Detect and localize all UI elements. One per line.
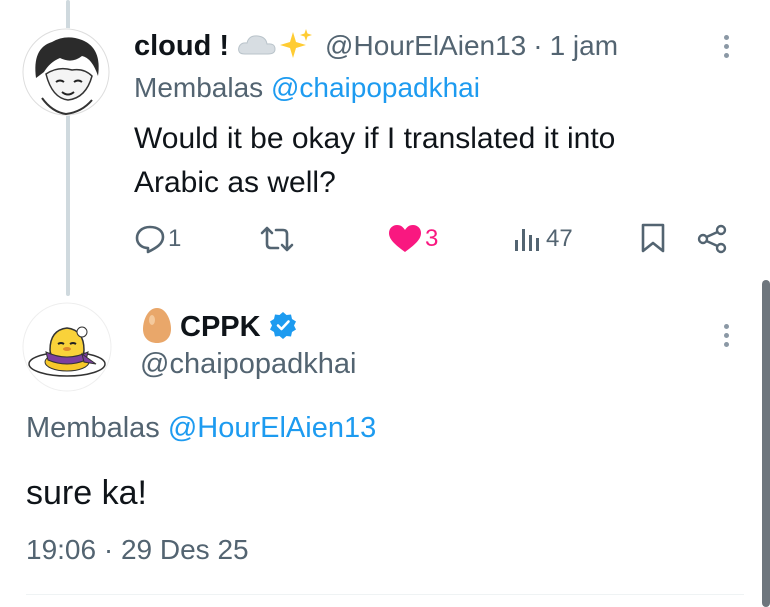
main-display-name[interactable]: CPPK (180, 311, 261, 344)
cloud-emoji-icon (237, 32, 277, 61)
avatar-cppk[interactable] (22, 302, 112, 392)
views-icon (515, 229, 539, 251)
verified-badge-icon (269, 311, 297, 344)
main-more-icon[interactable] (724, 324, 730, 351)
main-handle[interactable]: @chaipopadkhai (140, 348, 356, 381)
main-replying-label: Membalas (26, 412, 160, 444)
avatar-cloud[interactable] (22, 28, 110, 116)
sparkles-icon (279, 28, 313, 65)
retweet-icon (260, 226, 294, 252)
reply-replying-handle[interactable]: @chaipopadkhai (271, 72, 480, 103)
main-text: sure ka! (26, 474, 147, 512)
reply-time[interactable]: 1 jam (550, 30, 618, 62)
like-button[interactable]: 3 (388, 222, 438, 256)
reply-separator: · (533, 30, 543, 61)
reply-replying-label: Membalas (134, 72, 264, 103)
reply-more-icon[interactable] (724, 35, 730, 62)
views-count: 47 (546, 225, 573, 252)
bookmark-button[interactable] (640, 222, 666, 259)
reply-header: cloud ! @HourElAien13 · 1 jam (134, 27, 618, 65)
egg-emoji-icon (140, 306, 174, 349)
retweet-button[interactable] (258, 222, 296, 256)
views-button[interactable]: 47 (512, 222, 573, 256)
share-icon (697, 224, 727, 254)
like-count: 3 (425, 225, 439, 252)
reply-handle[interactable]: @HourElAien13 (325, 30, 526, 62)
reply-display-name[interactable]: cloud ! (134, 30, 229, 63)
divider (26, 594, 744, 595)
reply-icon (135, 225, 165, 254)
reply-replying-to: Membalas @chaipopadkhai (134, 72, 480, 104)
reply-count-button[interactable]: 1 (134, 222, 181, 256)
reply-count: 1 (168, 225, 182, 252)
heart-icon (389, 225, 421, 252)
reply-text: Would it be okay if I translated it into… (134, 122, 616, 199)
share-button[interactable] (696, 223, 728, 260)
bookmark-icon (641, 223, 665, 253)
main-replying-handle[interactable]: @HourElAien13 (168, 412, 376, 444)
main-header: CPPK (140, 307, 297, 347)
main-replying-to: Membalas @HourElAien13 (26, 412, 376, 445)
main-timestamp[interactable]: 19:06 · 29 Des 25 (26, 534, 249, 566)
scrollbar[interactable] (762, 280, 770, 607)
